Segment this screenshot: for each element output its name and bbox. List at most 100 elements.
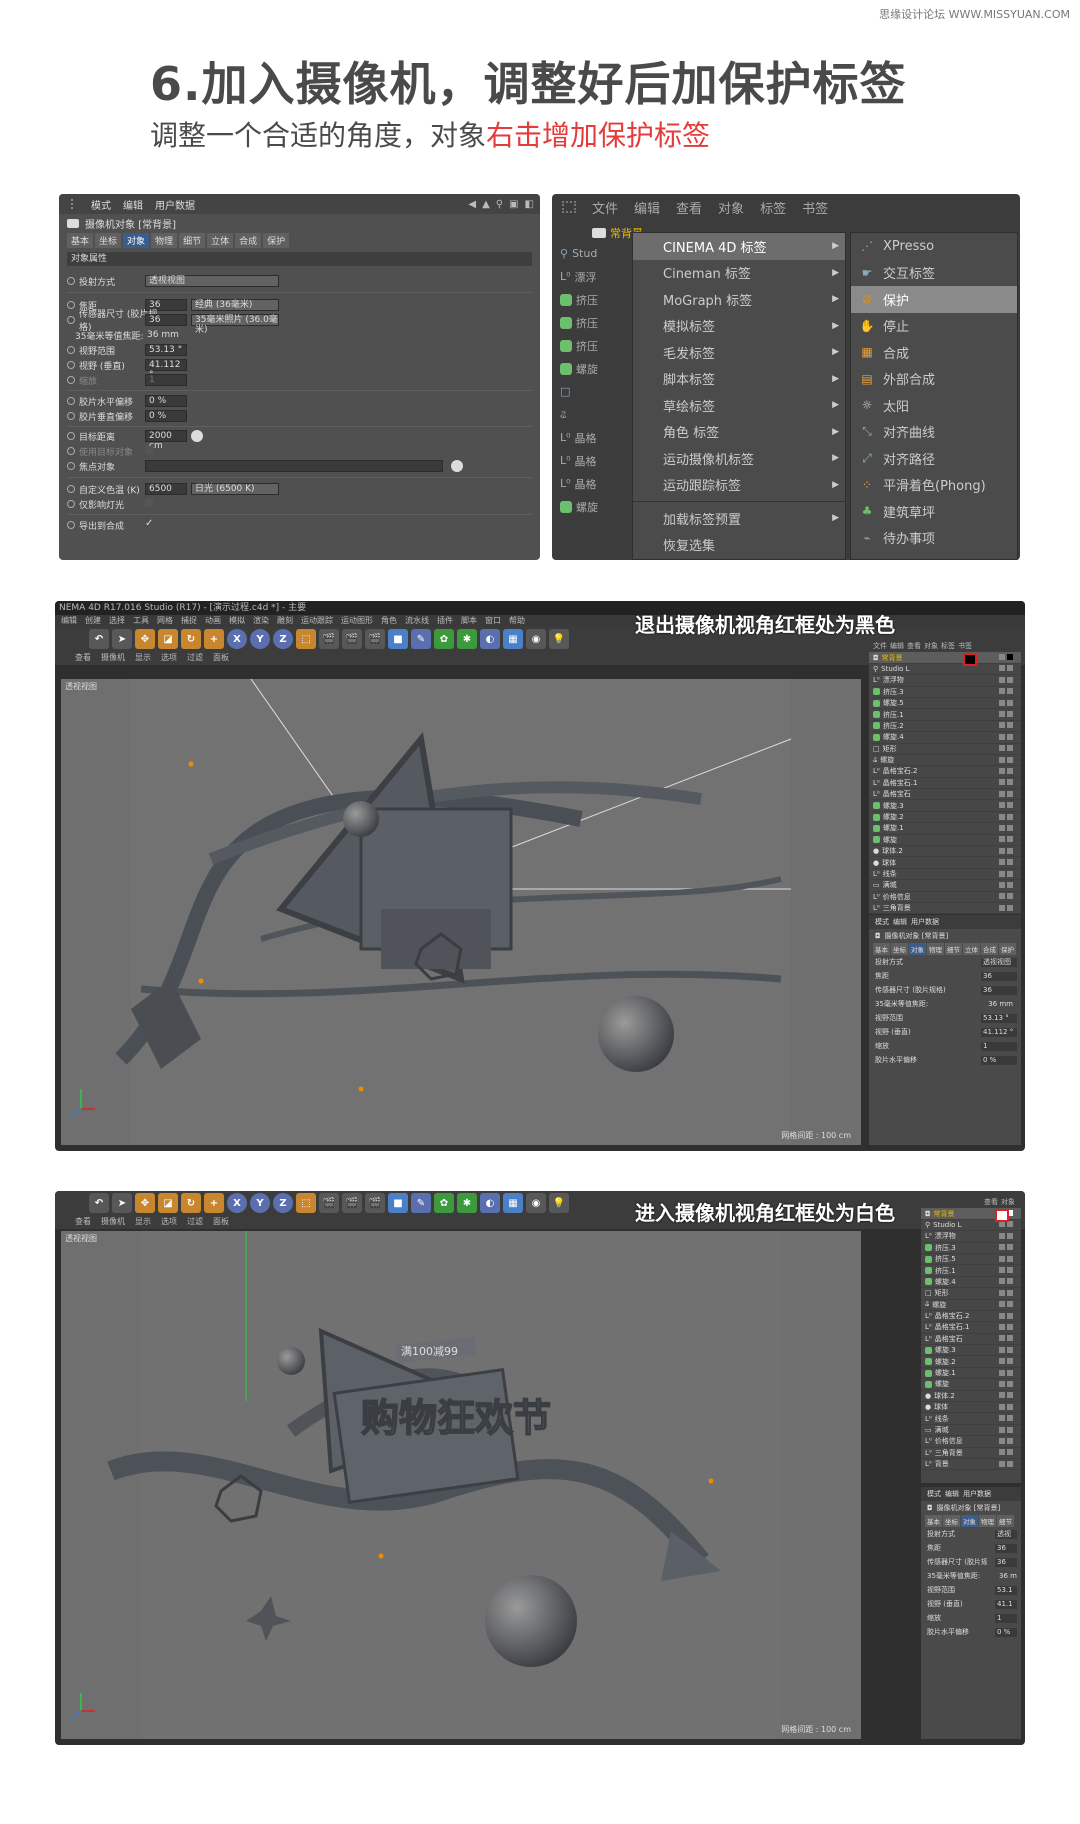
target-input[interactable]: 2000 cm — [145, 430, 187, 451]
menu-item[interactable]: 创建 — [85, 615, 101, 627]
tab-object[interactable]: 对象 — [909, 943, 926, 955]
visibility-toggles[interactable] — [999, 1267, 1021, 1274]
menu-item[interactable]: 模式 — [875, 917, 889, 927]
menu-item-restore-selection[interactable]: 恢复选集 — [633, 532, 845, 559]
menu-item[interactable]: 运动图形 — [341, 615, 373, 627]
anim-bullet-icon[interactable] — [67, 500, 75, 508]
visibility-toggles[interactable] — [999, 1346, 1021, 1354]
object-row[interactable]: □ 矩形 — [921, 1288, 1021, 1300]
subdivision-icon[interactable]: ✿ — [434, 629, 454, 649]
menu-item-interaction[interactable]: ☛ 交互标签 — [851, 260, 1017, 287]
object-row[interactable]: 螺旋.4 — [921, 1277, 1021, 1289]
menu-userdata[interactable]: 用户数据 — [155, 197, 195, 212]
object-row[interactable]: □ 矩形 — [869, 744, 1021, 755]
object-row[interactable]: ● 球体 — [921, 1402, 1021, 1414]
tree-item[interactable]: L⁰ 晶格 — [560, 472, 620, 495]
object-row[interactable]: L⁰ 晶格宝石 — [921, 1334, 1021, 1346]
attr-value[interactable]: 0 % — [995, 1627, 1017, 1637]
object-row[interactable]: ● 球体.2 — [869, 846, 1021, 858]
menu-item[interactable]: 窗口 — [485, 615, 501, 627]
render-picture-icon[interactable]: 🎬 — [342, 629, 362, 649]
visibility-toggles[interactable] — [999, 1426, 1021, 1434]
anim-bullet-icon[interactable] — [67, 361, 75, 369]
menu-item[interactable]: 编辑 — [893, 917, 907, 927]
projection-select[interactable]: 透视视图 — [145, 275, 279, 287]
menu-item-script-tags[interactable]: 脚本标签 ▶ — [633, 366, 845, 393]
attr-value[interactable]: 1 — [995, 1613, 1017, 1623]
visibility-toggles[interactable] — [999, 733, 1021, 741]
menu-item-simulation-tags[interactable]: 模拟标签 ▶ — [633, 313, 845, 340]
tab-basic[interactable]: 基本 — [67, 232, 94, 248]
film-h-input[interactable]: 0 % — [145, 395, 187, 407]
visibility-toggles[interactable] — [999, 676, 1021, 684]
menu-item[interactable]: 捕捉 — [181, 615, 197, 627]
object-row[interactable]: 挤压.1 — [869, 709, 1021, 721]
sensor-input[interactable]: 36 — [145, 314, 187, 326]
sensor-preset-select[interactable]: 35毫米照片 (36.0毫米) — [191, 314, 279, 335]
select-arrow-icon[interactable]: ➤ — [112, 629, 132, 649]
menu-item[interactable]: 工具 — [133, 615, 149, 627]
object-row[interactable]: L⁰ 线条 — [921, 1413, 1021, 1425]
select-arrow-icon[interactable]: ➤ — [112, 1193, 132, 1213]
zoom-input[interactable]: 1 — [145, 374, 187, 386]
menu-item-grass[interactable]: ♣ 建筑草坪 — [851, 498, 1017, 525]
tab-basic[interactable]: 基本 — [873, 943, 890, 955]
anim-bullet-icon[interactable] — [67, 277, 75, 285]
tree-item[interactable]: ⚲ Stud — [560, 242, 620, 265]
tab-stereo[interactable]: 立体 — [207, 232, 234, 248]
z-axis-icon[interactable]: Z — [273, 1193, 293, 1213]
render-picture-icon[interactable]: 🎬 — [342, 1193, 362, 1213]
anim-bullet-icon[interactable] — [67, 397, 75, 405]
tab-physical[interactable]: 物理 — [979, 1515, 996, 1527]
render-view-icon[interactable]: 🎬 — [319, 629, 339, 649]
attr-value[interactable]: 41.112 ° — [981, 1027, 1017, 1037]
object-row[interactable]: L⁰ 晶格宝石 — [869, 789, 1021, 801]
perspective-viewport[interactable]: 透视视图 购物狂欢节 满100减99 网格间距: 100 cm — [61, 1231, 861, 1739]
view-menu-item[interactable]: 过滤 — [187, 1215, 203, 1229]
menu-item-sketch-tags[interactable]: 草绘标签 ▶ — [633, 392, 845, 419]
tree-item[interactable]: 螺旋 — [560, 357, 620, 380]
render-settings-icon[interactable]: 🎬 — [365, 1193, 385, 1213]
visibility-toggles[interactable] — [999, 1335, 1021, 1342]
render-view-icon[interactable]: 🎬 — [319, 1193, 339, 1213]
menu-item-external-compositing[interactable]: ▤ 外部合成 — [851, 366, 1017, 393]
light-icon[interactable]: 💡 — [549, 1193, 569, 1213]
pick-cursor-icon[interactable] — [451, 460, 463, 472]
object-row[interactable]: 挤压.2 — [869, 721, 1021, 733]
object-row[interactable]: L⁰ 晶格宝石.2 — [869, 766, 1021, 778]
menu-item[interactable]: 模拟 — [229, 615, 245, 627]
visibility-toggles[interactable] — [999, 779, 1021, 786]
tab-coord[interactable]: 坐标 — [943, 1515, 960, 1527]
visibility-toggles[interactable] — [999, 699, 1021, 707]
cube-icon[interactable]: ■ — [388, 629, 408, 649]
anim-bullet-icon[interactable] — [67, 376, 75, 384]
tab-details[interactable]: 细节 — [997, 1515, 1014, 1527]
menu-item-todo[interactable]: ⌁ 待办事项 — [851, 525, 1017, 552]
visibility-toggles[interactable] — [999, 847, 1021, 855]
new-window-icon[interactable]: ◧ — [525, 199, 534, 210]
tab-object[interactable]: 对象 — [123, 232, 150, 248]
menu-item[interactable]: 流水线 — [405, 615, 429, 627]
focal-preset-select[interactable]: 经典 (36毫米) — [191, 299, 279, 311]
object-row[interactable]: ⚲ Studio L — [869, 664, 1021, 676]
menu-bookmarks[interactable]: 书签 — [802, 198, 828, 217]
subdivision-icon[interactable]: ✿ — [434, 1193, 454, 1213]
object-row[interactable]: L⁰ 三角背景 — [921, 1448, 1021, 1459]
object-row[interactable]: L⁰ 晶格宝石.1 — [921, 1322, 1021, 1334]
tree-item[interactable]: ଌ — [560, 403, 620, 426]
menu-item-align-path[interactable]: ⤢ 对齐路径 — [851, 445, 1017, 472]
menu-view[interactable]: 查看 — [676, 198, 702, 217]
visibility-toggles[interactable] — [999, 1415, 1021, 1422]
use-target-checkbox[interactable] — [145, 446, 153, 454]
object-row[interactable]: L⁰ 价格信息 — [869, 892, 1021, 903]
camera-icon[interactable]: ◉ — [526, 629, 546, 649]
tab-physical[interactable]: 物理 — [151, 232, 178, 248]
pick-cursor-icon[interactable] — [191, 430, 203, 442]
mograph-icon[interactable]: ✱ — [457, 1193, 477, 1213]
menu-item-phong[interactable]: ⁘ 平滑着色(Phong) — [851, 472, 1017, 499]
menu-item[interactable]: 用户数据 — [911, 917, 939, 927]
lock-icon[interactable]: ▣ — [509, 199, 518, 210]
tree-item[interactable]: L⁰ 晶格 — [560, 426, 620, 449]
menu-item[interactable]: 模式 — [927, 1489, 941, 1499]
object-row[interactable]: ● 球体 — [869, 857, 1021, 869]
